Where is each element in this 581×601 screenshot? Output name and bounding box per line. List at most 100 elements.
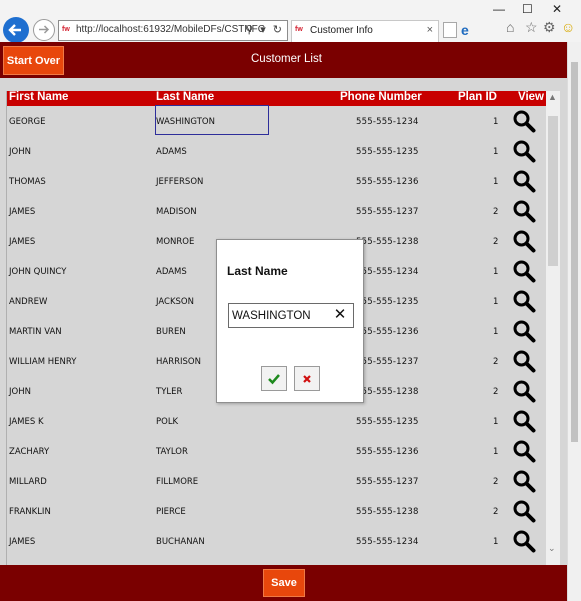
- cell-first-name: FRANKLIN: [9, 507, 51, 517]
- grid-scroll-thumb[interactable]: [548, 116, 558, 266]
- cell-last-name[interactable]: TAYLOR: [156, 447, 188, 457]
- cell-last-name[interactable]: PIERCE: [156, 507, 186, 517]
- tab-favicon: fw: [295, 26, 303, 33]
- minimize-icon[interactable]: —: [493, 2, 505, 16]
- cell-last-name[interactable]: BUCHANAN: [156, 537, 205, 547]
- magnifier-icon[interactable]: [512, 139, 536, 163]
- dialog-title: Last Name: [227, 264, 288, 278]
- cell-plan-id: 2: [493, 207, 499, 217]
- cell-last-name[interactable]: ADAMS: [156, 267, 187, 277]
- cell-first-name: JAMES K: [9, 417, 44, 427]
- cell-last-name[interactable]: MONROE: [156, 237, 194, 247]
- address-bar-icons[interactable]: ⚲ ▾ ↻: [245, 23, 284, 36]
- cell-phone-number: 555-555-1234: [356, 267, 419, 277]
- magnifier-icon[interactable]: [512, 109, 536, 133]
- app-header: Start Over Customer List: [0, 42, 567, 78]
- cell-plan-id: 1: [493, 417, 499, 427]
- tab-close-icon[interactable]: ×: [427, 24, 433, 36]
- col-last-name: Last Name: [156, 91, 215, 103]
- back-button[interactable]: [3, 17, 29, 43]
- url-text: http://localhost:61932/MobileDFs/CSTNFC: [76, 24, 265, 35]
- last-name-dialog: Last Name ✕: [216, 239, 364, 403]
- cell-last-name[interactable]: JEFFERSON: [156, 177, 203, 187]
- x-icon: [303, 374, 311, 383]
- magnifier-icon[interactable]: [512, 229, 536, 253]
- cancel-button[interactable]: [294, 366, 320, 391]
- favorites-star-icon[interactable]: ☆: [525, 19, 538, 36]
- cell-plan-id: 1: [493, 447, 499, 457]
- cell-phone-number: 555-555-1238: [356, 237, 419, 247]
- magnifier-icon[interactable]: [512, 199, 536, 223]
- cell-plan-id: 2: [493, 357, 499, 367]
- scroll-up-icon[interactable]: ▲: [548, 92, 557, 102]
- forward-button[interactable]: [33, 19, 55, 41]
- cell-plan-id: 1: [493, 537, 499, 547]
- magnifier-icon[interactable]: [512, 409, 536, 433]
- cell-first-name: MILLARD: [9, 477, 47, 487]
- settings-gear-icon[interactable]: ⚙: [543, 19, 556, 36]
- page-title: Customer List: [251, 53, 322, 65]
- magnifier-icon[interactable]: [512, 259, 536, 283]
- col-first-name: First Name: [9, 91, 69, 103]
- table-row: MILLARD FILLMORE 555-555-1237 2: [7, 466, 550, 496]
- cell-last-name[interactable]: HARRISON: [156, 357, 201, 367]
- table-row: GEORGE WASHINGTON 555-555-1234 1: [7, 106, 550, 136]
- magnifier-icon[interactable]: [512, 349, 536, 373]
- table-row: FRANKLIN PIERCE 555-555-1238 2: [7, 496, 550, 526]
- magnifier-icon[interactable]: [512, 169, 536, 193]
- magnifier-icon[interactable]: [512, 439, 536, 463]
- feedback-smiley-icon[interactable]: ☺: [561, 19, 575, 35]
- cell-last-name[interactable]: JACKSON: [156, 297, 194, 307]
- cell-phone-number: 555-555-1236: [356, 177, 419, 187]
- back-arrow-icon: [8, 24, 21, 36]
- new-tab-icon[interactable]: [443, 22, 457, 38]
- cell-phone-number: 555-555-1237: [356, 357, 419, 367]
- close-window-icon[interactable]: ✕: [552, 2, 562, 16]
- table-row: JAMES MADISON 555-555-1237 2: [7, 196, 550, 226]
- home-icon[interactable]: ⌂: [506, 19, 514, 35]
- page-scroll-thumb[interactable]: [571, 62, 578, 442]
- magnifier-icon[interactable]: [512, 529, 536, 553]
- confirm-button[interactable]: [261, 366, 287, 391]
- save-button[interactable]: Save: [263, 569, 305, 597]
- cell-plan-id: 2: [493, 477, 499, 487]
- cell-phone-number: 555-555-1236: [356, 447, 419, 457]
- table-row: JAMES BUCHANAN 555-555-1234 1: [7, 526, 550, 556]
- cell-last-name[interactable]: FILLMORE: [156, 477, 198, 487]
- cell-plan-id: 2: [493, 507, 499, 517]
- cell-plan-id: 1: [493, 147, 499, 157]
- col-plan-id: Plan ID: [458, 91, 497, 103]
- edge-logo-icon[interactable]: e: [461, 22, 469, 38]
- magnifier-icon[interactable]: [512, 319, 536, 343]
- col-view: View: [518, 91, 544, 103]
- maximize-icon[interactable]: ☐: [522, 2, 533, 16]
- cell-phone-number: 555-555-1238: [356, 387, 419, 397]
- cell-last-name[interactable]: BUREN: [156, 327, 186, 337]
- tab-title: Customer Info: [310, 25, 373, 36]
- clear-input-icon[interactable]: ✕: [331, 306, 349, 324]
- cell-first-name: JOHN: [9, 147, 31, 157]
- scroll-down-icon[interactable]: ⌄: [548, 543, 556, 554]
- cell-plan-id: 1: [493, 117, 499, 127]
- page-scrollbar[interactable]: [567, 42, 581, 601]
- cell-phone-number: 555-555-1236: [356, 327, 419, 337]
- cell-last-name[interactable]: TYLER: [156, 387, 182, 397]
- browser-tab[interactable]: fw Customer Info ×: [291, 20, 439, 42]
- cell-last-name[interactable]: ADAMS: [156, 147, 187, 157]
- cell-last-name[interactable]: POLK: [156, 417, 178, 427]
- magnifier-icon[interactable]: [512, 469, 536, 493]
- browser-chrome: fw http://localhost:61932/MobileDFs/CSTN…: [0, 0, 581, 43]
- app-footer: Save: [0, 565, 567, 601]
- table-row: ZACHARY TAYLOR 555-555-1236 1: [7, 436, 550, 466]
- selected-cell-outline: [155, 105, 269, 135]
- magnifier-icon[interactable]: [512, 289, 536, 313]
- grid-scrollbar[interactable]: ▲ ⌄: [546, 91, 560, 565]
- cell-plan-id: 1: [493, 297, 499, 307]
- magnifier-icon[interactable]: [512, 379, 536, 403]
- cell-phone-number: 555-555-1235: [356, 417, 419, 427]
- address-bar[interactable]: fw http://localhost:61932/MobileDFs/CSTN…: [58, 20, 288, 41]
- cell-last-name[interactable]: MADISON: [156, 207, 197, 217]
- start-over-button[interactable]: Start Over: [3, 46, 64, 75]
- magnifier-icon[interactable]: [512, 499, 536, 523]
- cell-phone-number: 555-555-1234: [356, 117, 419, 127]
